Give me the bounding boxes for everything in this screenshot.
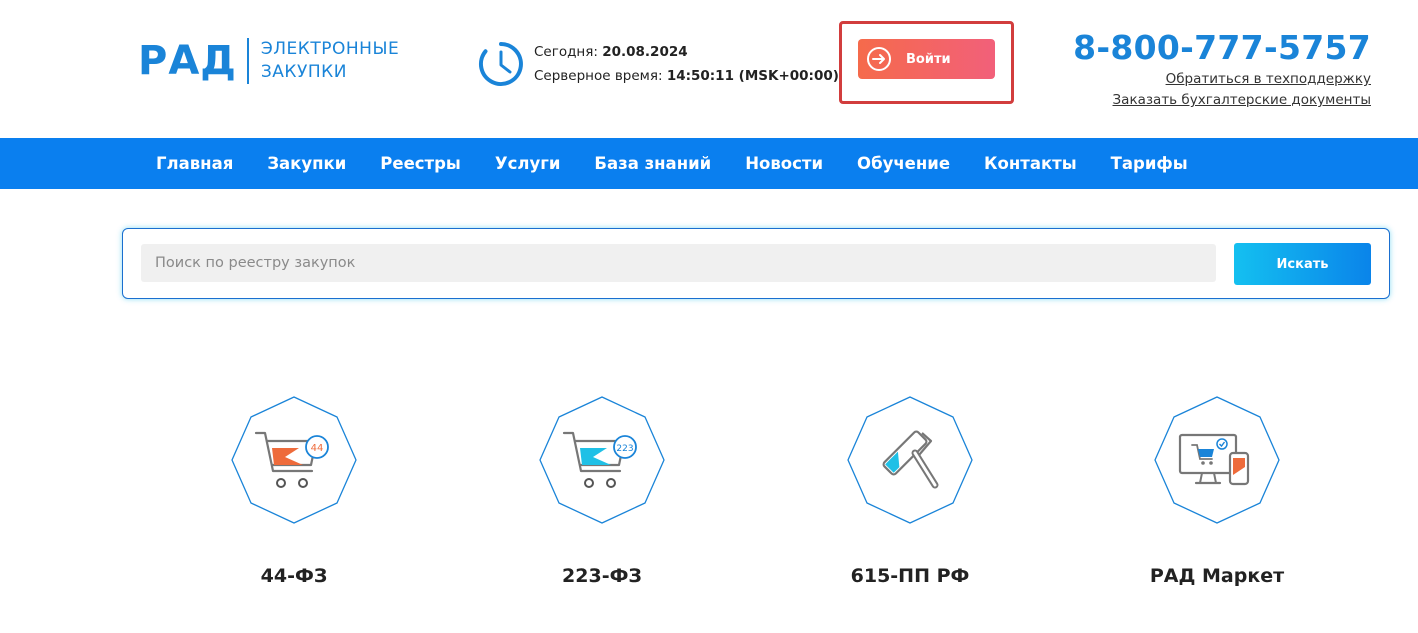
login-button[interactable]: Войти bbox=[858, 39, 995, 79]
monitor-phone-icon bbox=[1154, 396, 1280, 524]
server-time-value: 14:50:11 (MSK+00:00) bbox=[666, 68, 839, 84]
category-223fz[interactable]: 223 223-ФЗ bbox=[492, 395, 712, 587]
category-label: 44-ФЗ bbox=[260, 565, 328, 587]
search-panel: Искать bbox=[122, 228, 1390, 299]
cart-44-icon: 44 bbox=[231, 396, 357, 524]
nav-item-training[interactable]: Обучение bbox=[857, 154, 950, 173]
nav-items: Главная Закупки Реестры Услуги База знан… bbox=[156, 138, 1222, 189]
nav-item-home[interactable]: Главная bbox=[156, 154, 233, 173]
clock-icon bbox=[478, 42, 523, 86]
logo-line1: ЭЛЕКТРОННЫЕ bbox=[260, 39, 400, 59]
nav-item-registries[interactable]: Реестры bbox=[380, 154, 461, 173]
server-time-row: Серверное время: 14:50:11 (MSK+00:00) bbox=[534, 64, 839, 88]
category-label: 223-ФЗ bbox=[562, 565, 642, 587]
logo-mark: РАД bbox=[138, 38, 237, 84]
category-label: 615-ПП РФ bbox=[850, 565, 970, 587]
nav-item-contacts[interactable]: Контакты bbox=[984, 154, 1077, 173]
nav-item-knowledge-base[interactable]: База знаний bbox=[594, 154, 711, 173]
phone-number[interactable]: 8-800-777-5757 bbox=[1073, 28, 1371, 67]
search-button[interactable]: Искать bbox=[1234, 243, 1371, 285]
logo[interactable]: РАД ЭЛЕКТРОННЫЕ ЗАКУПКИ bbox=[138, 38, 399, 84]
nav-item-services[interactable]: Услуги bbox=[495, 154, 561, 173]
logo-text: ЭЛЕКТРОННЫЕ ЗАКУПКИ bbox=[261, 38, 399, 84]
today-value: 20.08.2024 bbox=[602, 44, 688, 60]
category-44fz[interactable]: 44 44-ФЗ bbox=[184, 395, 404, 587]
support-link[interactable]: Обратиться в техподдержку bbox=[1166, 71, 1371, 87]
cart-44-badge: 44 bbox=[311, 443, 324, 454]
category-615pp[interactable]: 615-ПП РФ bbox=[800, 395, 1020, 587]
site-header: РАД ЭЛЕКТРОННЫЕ ЗАКУПКИ Сегодня: 20.08.2… bbox=[0, 0, 1418, 138]
server-time-label: Серверное время: bbox=[534, 68, 663, 84]
login-button-label: Войти bbox=[906, 51, 951, 67]
today-row: Сегодня: 20.08.2024 bbox=[534, 40, 839, 64]
logo-divider bbox=[246, 38, 249, 84]
nav-item-purchases[interactable]: Закупки bbox=[267, 154, 346, 173]
category-rad-market[interactable]: РАД Маркет bbox=[1107, 395, 1327, 587]
date-time-block: Сегодня: 20.08.2024 Серверное время: 14:… bbox=[534, 40, 839, 88]
category-label: РАД Маркет bbox=[1149, 565, 1285, 587]
cart-223-badge: 223 bbox=[616, 444, 633, 454]
nav-item-tariffs[interactable]: Тарифы bbox=[1111, 154, 1188, 173]
search-input[interactable] bbox=[141, 244, 1216, 282]
main-nav: Главная Закупки Реестры Услуги База знан… bbox=[0, 138, 1418, 189]
accounting-docs-link[interactable]: Заказать бухгалтерские документы bbox=[1113, 92, 1371, 108]
arrow-right-circle-icon bbox=[867, 47, 891, 71]
logo-line2: ЗАКУПКИ bbox=[260, 62, 347, 82]
paint-roller-icon bbox=[847, 396, 973, 524]
cart-223-icon: 223 bbox=[539, 396, 665, 524]
nav-item-news[interactable]: Новости bbox=[745, 154, 823, 173]
today-label: Сегодня: bbox=[534, 44, 598, 60]
